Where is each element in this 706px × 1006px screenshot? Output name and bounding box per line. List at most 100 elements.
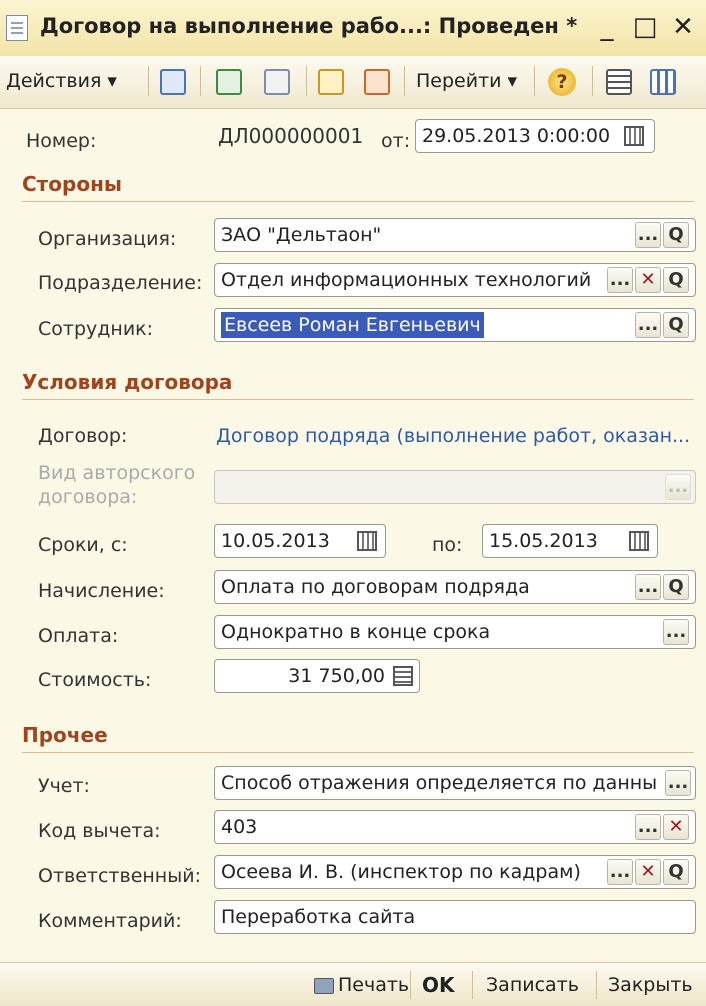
accounting-field[interactable]: Способ отражения определяется по данны .…: [214, 766, 696, 800]
department-field[interactable]: Отдел информационных технологий ... ✕ Q: [214, 263, 696, 297]
save-button[interactable]: Записать: [486, 972, 579, 998]
close-button[interactable]: Закрыть: [608, 972, 693, 998]
actions-menu-button[interactable]: Действия ▾: [6, 65, 117, 97]
accrual-field[interactable]: Оплата по договорам подряда ... Q: [214, 570, 696, 604]
author-contract-field[interactable]: ...: [214, 470, 696, 504]
period-to-value: 15.05.2013: [489, 530, 598, 552]
window-title: Договор на выполнение рабо...: Проведен …: [40, 14, 578, 38]
close-window-button[interactable]: ✕: [666, 10, 700, 44]
toolbar-divider: [534, 66, 535, 96]
unpost-document-icon[interactable]: [364, 69, 390, 95]
comment-label: Комментарий:: [38, 910, 182, 932]
date-value: 29.05.2013 0:00:00: [422, 125, 611, 147]
toolbar-divider: [200, 66, 201, 96]
select-ellipsis-button[interactable]: ...: [635, 574, 661, 600]
calendar-icon[interactable]: [357, 531, 377, 551]
calendar-icon[interactable]: [624, 126, 644, 146]
search-icon[interactable]: Q: [663, 574, 689, 600]
period-to-field[interactable]: 15.05.2013: [482, 524, 658, 558]
clear-icon[interactable]: ✕: [663, 814, 689, 840]
comment-value: Переработка сайта: [221, 906, 416, 928]
select-ellipsis-button[interactable]: ...: [663, 619, 689, 645]
contract-link[interactable]: Договор подряда (выполнение работ, оказа…: [216, 425, 690, 447]
terms-section-header: Условия договора: [22, 370, 233, 394]
period-label: Сроки, с:: [38, 534, 128, 556]
deduction-code-label: Код вычета:: [38, 820, 161, 842]
calendar-icon[interactable]: [629, 531, 649, 551]
footer-divider: [472, 971, 473, 999]
search-icon[interactable]: Q: [663, 222, 689, 248]
ok-button[interactable]: OK: [422, 972, 455, 998]
section-divider: [22, 399, 694, 400]
accounting-label: Учет:: [38, 775, 90, 797]
structure-icon[interactable]: [650, 69, 676, 95]
clear-icon[interactable]: ✕: [635, 267, 661, 293]
copy-document-icon[interactable]: [264, 69, 290, 95]
document-icon: [6, 15, 28, 41]
refresh-icon[interactable]: [216, 69, 242, 95]
deduction-code-field[interactable]: 403 ... ✕: [214, 810, 696, 844]
cost-value: 31 750,00: [288, 665, 385, 687]
post-document-icon[interactable]: [318, 69, 344, 95]
form-footer: Печать OK Записать Закрыть: [0, 962, 706, 1006]
toolbar-divider: [306, 66, 307, 96]
calculator-icon[interactable]: [393, 666, 413, 686]
toolbar-divider: [592, 66, 593, 96]
search-icon[interactable]: Q: [663, 312, 689, 338]
department-value: Отдел информационных технологий: [221, 269, 592, 291]
date-label: от:: [381, 130, 411, 152]
clear-icon[interactable]: ✕: [635, 859, 661, 885]
select-ellipsis-button[interactable]: ...: [607, 859, 633, 885]
search-icon[interactable]: Q: [663, 859, 689, 885]
number-value: ДЛ000000001: [218, 124, 364, 148]
payment-field[interactable]: Однократно в конце срока ...: [214, 615, 696, 649]
employee-value: Евсеев Роман Евгеньевич: [221, 312, 484, 338]
employee-field[interactable]: Евсеев Роман Евгеньевич ... Q: [214, 308, 696, 342]
goto-menu-button[interactable]: Перейти ▾: [416, 65, 517, 97]
date-field[interactable]: 29.05.2013 0:00:00: [415, 119, 655, 153]
search-icon[interactable]: Q: [663, 267, 689, 293]
author-contract-label-line1: Вид авторского: [38, 462, 196, 484]
number-label: Номер:: [26, 130, 97, 152]
responsible-label: Ответственный:: [38, 865, 201, 887]
list-view-icon[interactable]: [606, 69, 632, 95]
payment-label: Оплата:: [38, 625, 119, 647]
help-icon[interactable]: ?: [548, 68, 576, 96]
contract-label: Договор:: [38, 425, 128, 447]
select-ellipsis-button[interactable]: ...: [635, 222, 661, 248]
comment-field[interactable]: Переработка сайта: [214, 900, 696, 934]
select-ellipsis-button[interactable]: ...: [665, 770, 691, 796]
maximize-button[interactable]: □: [628, 10, 662, 44]
period-from-value: 10.05.2013: [221, 530, 330, 552]
organization-field[interactable]: ЗАО "Дельтаон" ... Q: [214, 218, 696, 252]
select-ellipsis-button[interactable]: ...: [635, 312, 661, 338]
title-bar: Договор на выполнение рабо...: Проведен …: [0, 0, 706, 57]
author-contract-label-line2: договора:: [38, 486, 138, 508]
organization-label: Организация:: [38, 228, 177, 250]
select-ellipsis-button[interactable]: ...: [635, 814, 661, 840]
section-divider: [22, 201, 694, 202]
employee-label: Сотрудник:: [38, 318, 154, 340]
other-section-header: Прочее: [22, 723, 108, 747]
toolbar-divider: [148, 66, 149, 96]
period-from-field[interactable]: 10.05.2013: [214, 524, 386, 558]
printer-icon: [314, 977, 334, 994]
accounting-value: Способ отражения определяется по данны: [221, 772, 658, 794]
footer-divider: [596, 971, 597, 999]
footer-divider: [410, 971, 411, 999]
section-divider: [22, 752, 694, 753]
minimize-button[interactable]: _: [590, 10, 624, 44]
payment-value: Однократно в конце срока: [221, 621, 491, 643]
sides-section-header: Стороны: [22, 172, 122, 196]
accrual-label: Начисление:: [38, 580, 165, 602]
print-button[interactable]: Печать: [314, 972, 409, 998]
toolbar-divider: [404, 66, 405, 96]
responsible-value: Осеева И. В. (инспектор по кадрам): [221, 861, 581, 883]
cost-field[interactable]: 31 750,00: [214, 659, 420, 693]
select-ellipsis-button[interactable]: ...: [665, 474, 691, 500]
toolbar: Действия ▾ Перейти ▾ ?: [0, 56, 706, 109]
post-and-close-icon[interactable]: [160, 69, 186, 95]
responsible-field[interactable]: Осеева И. В. (инспектор по кадрам) ... ✕…: [214, 855, 696, 889]
select-ellipsis-button[interactable]: ...: [607, 267, 633, 293]
organization-value: ЗАО "Дельтаон": [221, 224, 382, 246]
